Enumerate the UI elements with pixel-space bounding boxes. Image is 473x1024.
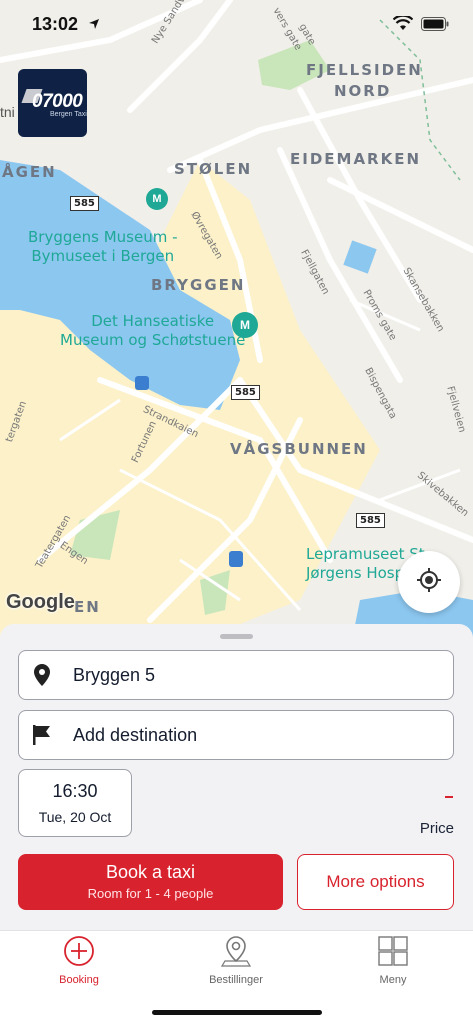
price-label: Price	[419, 820, 454, 837]
destination-field[interactable]: Add destination	[18, 710, 454, 760]
district-label-fjellsiden: FJELLSIDEN	[306, 61, 423, 79]
poi-label: Museum og Schøtstuene	[60, 331, 246, 349]
map-label-partial: tni	[0, 104, 15, 120]
museum-pin-icon[interactable]: M	[146, 188, 168, 210]
wifi-icon	[392, 14, 414, 36]
location-pin-icon	[19, 664, 65, 686]
road-shield: 585	[356, 513, 385, 528]
district-label-fjellsiden-nord: NORD	[334, 82, 392, 100]
location-arrow-icon	[88, 17, 100, 35]
logo-number: 07000	[32, 91, 83, 112]
my-location-button[interactable]	[398, 551, 460, 613]
pickup-address: Bryggen 5	[73, 664, 156, 685]
price-value	[445, 796, 453, 798]
destination-placeholder: Add destination	[73, 724, 198, 745]
district-label-eidemarken: EIDEMARKEN	[290, 150, 422, 168]
bus-icon	[229, 551, 243, 567]
tab-bestillinger[interactable]: Bestillinger	[181, 935, 291, 986]
bergen-taxi-logo[interactable]: 07000 Bergen Taxi	[18, 69, 87, 137]
district-label-bryggen: BRYGGEN	[151, 276, 246, 294]
poi-label: Bryggens Museum -	[28, 228, 178, 246]
poi-hanseatiske-museum[interactable]: Det Hanseatiske Museum og Schøtstuene	[60, 312, 245, 350]
map-pin-icon	[220, 936, 252, 971]
battery-icon	[421, 16, 449, 36]
logo-subtitle: Bergen Taxi	[50, 111, 87, 118]
tab-label: Bestillinger	[209, 974, 263, 986]
district-label-stolen: STØLEN	[174, 160, 253, 178]
tab-label: Booking	[59, 974, 99, 986]
tab-label: Meny	[379, 974, 407, 986]
capacity-label: Room for 1 - 4 people	[87, 886, 214, 901]
status-time: 13:02	[32, 14, 79, 34]
pickup-date: Tue, 20 Oct	[38, 809, 112, 825]
poi-label: Bymuseet i Bergen	[31, 247, 175, 265]
sheet-grabber[interactable]	[220, 634, 253, 639]
road-shield: 585	[231, 385, 260, 400]
more-options-button[interactable]: More options	[297, 854, 454, 910]
ferry-icon	[135, 376, 149, 390]
home-indicator	[152, 1010, 322, 1015]
poi-bryggens-museum[interactable]: Bryggens Museum - Bymuseet i Bergen	[28, 228, 178, 266]
book-taxi-label: Book a taxi	[105, 862, 196, 882]
status-bar: 13:02	[0, 0, 473, 50]
district-label-agen: ÅGEN	[2, 163, 57, 181]
road-shield: 585	[70, 196, 99, 211]
pickup-time-selector[interactable]: 16:30 Tue, 20 Oct	[18, 769, 132, 837]
pickup-field[interactable]: Bryggen 5	[18, 650, 454, 700]
crosshair-icon	[416, 567, 442, 598]
pickup-time: 16:30	[52, 781, 98, 801]
flag-icon	[19, 725, 65, 745]
book-taxi-button[interactable]: Book a taxi Room for 1 - 4 people	[18, 854, 283, 910]
grid-icon	[377, 936, 409, 971]
plus-circle-icon	[63, 936, 95, 971]
google-attribution: Google	[6, 591, 75, 613]
poi-label: Det Hanseatiske	[91, 312, 215, 330]
tab-booking[interactable]: Booking	[24, 935, 134, 986]
district-label-partial: EN	[74, 598, 101, 616]
tab-meny[interactable]: Meny	[338, 935, 448, 986]
district-label-vagsbunnen: VÅGSBUNNEN	[230, 440, 368, 458]
